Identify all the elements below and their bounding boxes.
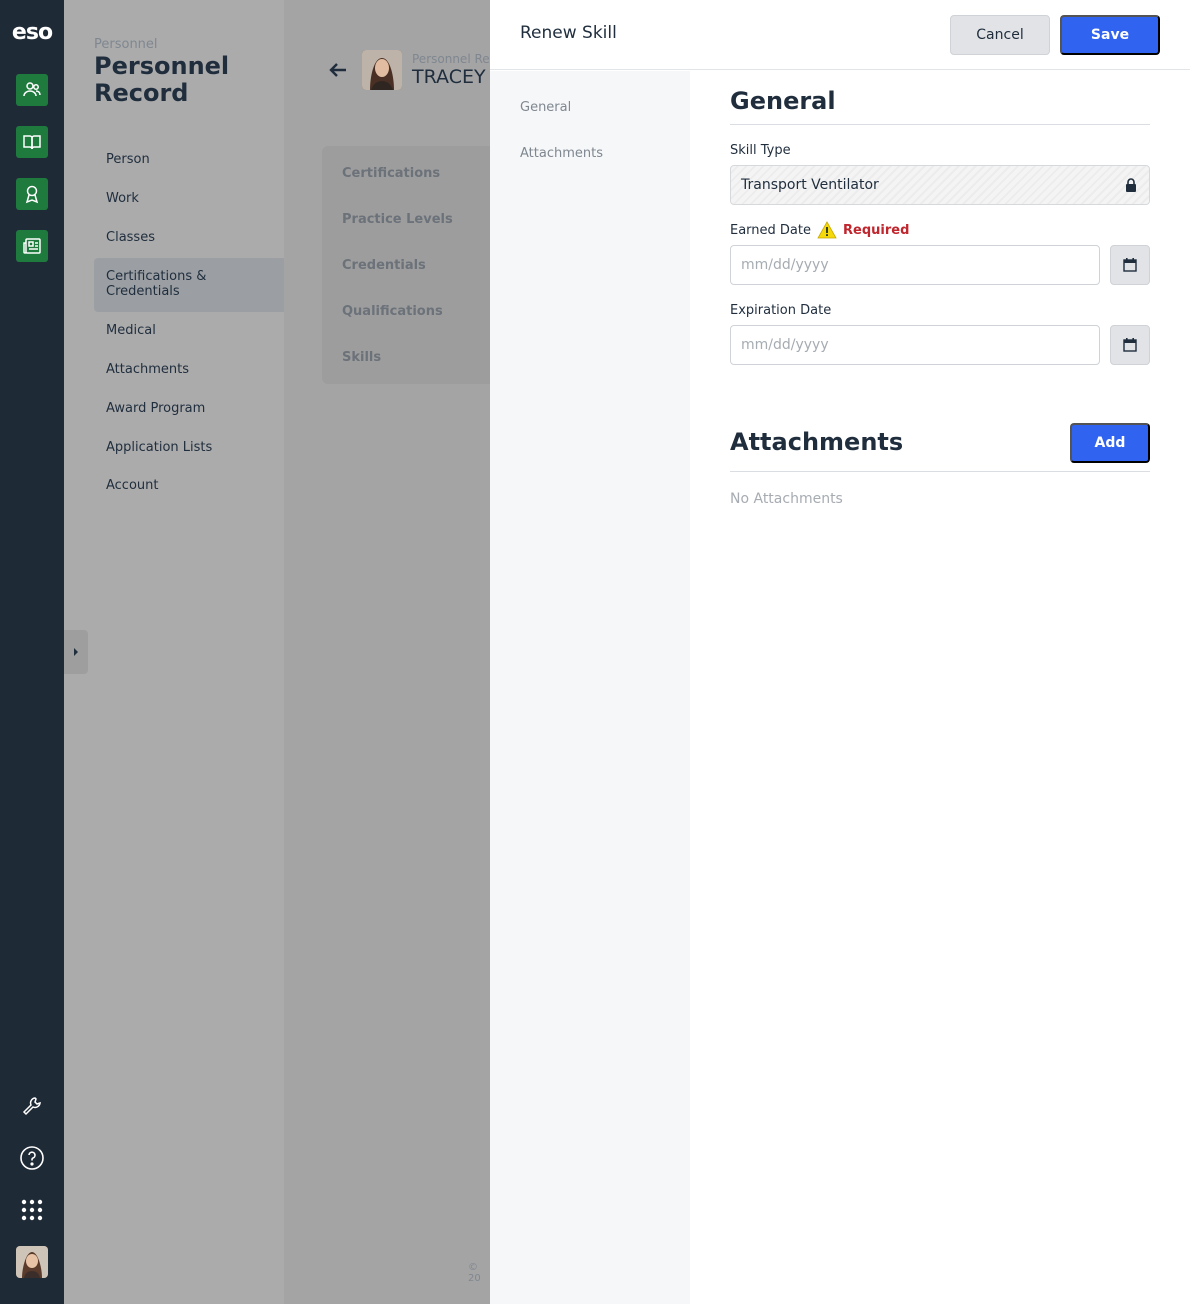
calendar-icon <box>1123 338 1137 352</box>
required-indicator: Required <box>843 222 910 238</box>
nav-item-certifications[interactable]: Certifications & Credentials <box>94 258 284 312</box>
drawer-title: Renew Skill <box>520 23 617 43</box>
card-item-certifications[interactable]: Certifications <box>342 166 440 181</box>
person-subtitle: Personnel Re <box>412 52 490 66</box>
back-arrow-icon[interactable] <box>328 60 348 84</box>
person-name: TRACEY <box>412 66 486 88</box>
apps-grid-icon[interactable] <box>18 1196 46 1224</box>
skill-type-field: Transport Ventilator <box>730 165 1150 205</box>
page-title: Personnel Record <box>94 52 230 107</box>
app-rail: eso <box>0 0 64 1304</box>
breadcrumb[interactable]: Personnel <box>94 37 158 52</box>
earned-date-label: Earned Date Required <box>730 221 909 239</box>
save-button[interactable]: Save <box>1060 15 1160 55</box>
add-attachment-button[interactable]: Add <box>1070 423 1150 463</box>
drawer-header: Renew Skill Cancel Save <box>490 0 1190 70</box>
eso-logo: eso <box>11 20 53 45</box>
general-divider <box>730 124 1150 125</box>
renew-skill-drawer: Renew Skill Cancel Save General Attachme… <box>490 0 1190 1304</box>
general-heading: General <box>730 87 836 115</box>
section-link-attachments[interactable]: Attachments <box>520 146 603 161</box>
expiration-date-calendar-button[interactable] <box>1110 325 1150 365</box>
main-content: Personnel Re TRACEY Certifications Pract… <box>284 0 490 1304</box>
card-item-credentials[interactable]: Credentials <box>342 258 426 273</box>
newspaper-icon[interactable] <box>16 230 48 262</box>
earned-date-input[interactable] <box>730 245 1100 285</box>
nav-item-medical[interactable]: Medical <box>94 323 284 338</box>
nav-item-award-program[interactable]: Award Program <box>94 401 284 416</box>
help-icon[interactable] <box>18 1144 46 1172</box>
left-nav: Personnel Personnel Record Person Work C… <box>64 0 284 1304</box>
warning-icon <box>817 221 837 239</box>
credential-types-card: Certifications Practice Levels Credentia… <box>322 146 490 384</box>
attachments-heading: Attachments <box>730 428 904 456</box>
nav-item-work[interactable]: Work <box>94 191 284 206</box>
cancel-button[interactable]: Cancel <box>950 15 1050 55</box>
skill-type-label: Skill Type <box>730 143 791 158</box>
user-avatar[interactable] <box>16 1246 48 1278</box>
earned-date-label-text: Earned Date <box>730 222 811 238</box>
nav-item-account[interactable]: Account <box>94 478 284 493</box>
expand-nav-button[interactable] <box>64 630 88 674</box>
person-avatar <box>362 50 402 90</box>
chevron-right-icon <box>74 648 78 656</box>
expiration-date-input[interactable] <box>730 325 1100 365</box>
card-item-skills[interactable]: Skills <box>342 350 381 365</box>
nav-item-person[interactable]: Person <box>94 152 284 167</box>
lock-icon <box>1125 178 1137 196</box>
earned-date-calendar-button[interactable] <box>1110 245 1150 285</box>
expiration-date-label-text: Expiration Date <box>730 303 832 318</box>
card-item-practice-levels[interactable]: Practice Levels <box>342 212 453 227</box>
no-attachments-text: No Attachments <box>730 491 843 507</box>
card-item-qualifications[interactable]: Qualifications <box>342 304 443 319</box>
skill-type-label-text: Skill Type <box>730 143 791 158</box>
expiration-date-label: Expiration Date <box>730 303 831 318</box>
attachments-divider <box>730 471 1150 472</box>
nav-item-classes[interactable]: Classes <box>94 230 284 245</box>
drawer-section-nav: General Attachments <box>490 71 690 1304</box>
wrench-icon[interactable] <box>18 1092 46 1120</box>
calendar-icon <box>1123 258 1137 272</box>
section-link-general[interactable]: General <box>520 100 571 115</box>
copyright-text: © 20 <box>468 1262 481 1284</box>
book-icon[interactable] <box>16 126 48 158</box>
nav-item-attachments[interactable]: Attachments <box>94 362 284 377</box>
nav-item-application-lists[interactable]: Application Lists <box>94 440 284 455</box>
people-icon[interactable] <box>0 68 64 112</box>
skill-type-value: Transport Ventilator <box>741 177 879 193</box>
award-icon[interactable] <box>16 178 48 210</box>
